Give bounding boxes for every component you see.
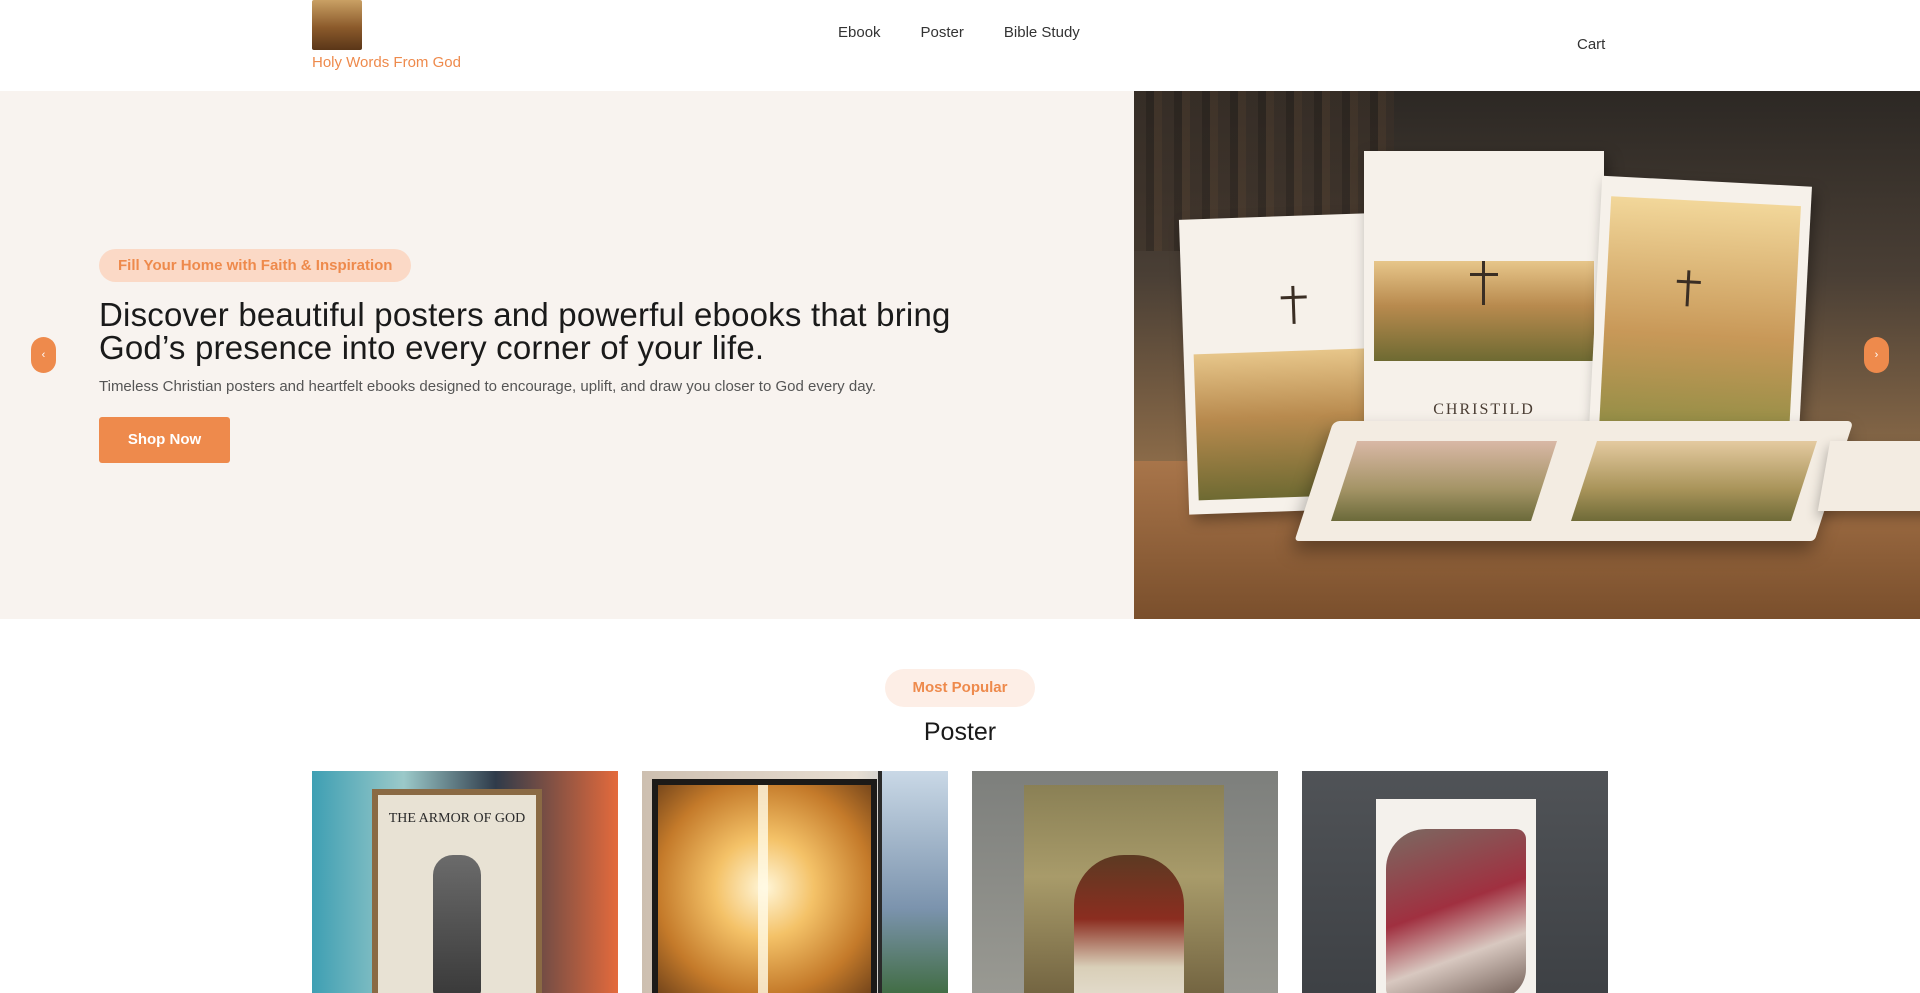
open-book [1294,421,1854,541]
poster-image [652,779,877,993]
hero-tagline-pill: Fill Your Home with Faith & Inspiration [99,249,412,282]
hero-banner: ‹ Fill Your Home with Faith & Inspiratio… [0,91,1920,619]
chevron-right-icon[interactable]: › [1864,337,1889,373]
section-title: Poster [923,718,997,746]
product-card[interactable] [642,771,948,993]
nav-item-poster[interactable]: Poster [921,24,964,41]
poster-title-text: THE ARMOR OF GOD [388,811,526,826]
poster-cards: THE ARMOR OF GOD [312,771,1608,993]
hero-image: CHRISTILD [1134,91,1920,619]
main-nav: Ebook Poster Bible Study [838,24,1080,41]
nav-item-bible-study[interactable]: Bible Study [1004,24,1080,41]
hero-title: Discover beautiful posters and powerful … [99,296,951,366]
window-backdrop [878,771,948,993]
product-card[interactable] [1302,771,1608,993]
brand-link[interactable]: Holy Words From God [312,0,492,80]
hero-subtitle: Timeless Christian posters and heartfelt… [99,378,877,395]
cart-link[interactable]: Cart [1577,36,1605,53]
product-card[interactable]: THE ARMOR OF GOD [312,771,618,993]
most-popular-section: Most Popular Poster THE ARMOR OF GOD [0,619,1920,993]
book-title: CHRISTILD [1433,401,1535,418]
brand-name: Holy Words From God [312,54,461,71]
nav-item-ebook[interactable]: Ebook [838,24,881,41]
chevron-left-icon[interactable]: ‹ [31,337,56,373]
poster-image: THE ARMOR OF GOD [372,789,542,993]
shop-now-button[interactable]: Shop Now [99,417,230,463]
jesus-portrait-icon [312,0,362,50]
open-book [1817,441,1920,511]
site-header: Holy Words From God Ebook Poster Bible S… [0,0,1920,91]
section-pill: Most Popular [885,669,1035,707]
poster-image [1376,799,1536,993]
product-card[interactable] [972,771,1278,993]
hero-content: Fill Your Home with Faith & Inspiration … [99,249,1099,463]
poster-image [1024,785,1224,993]
